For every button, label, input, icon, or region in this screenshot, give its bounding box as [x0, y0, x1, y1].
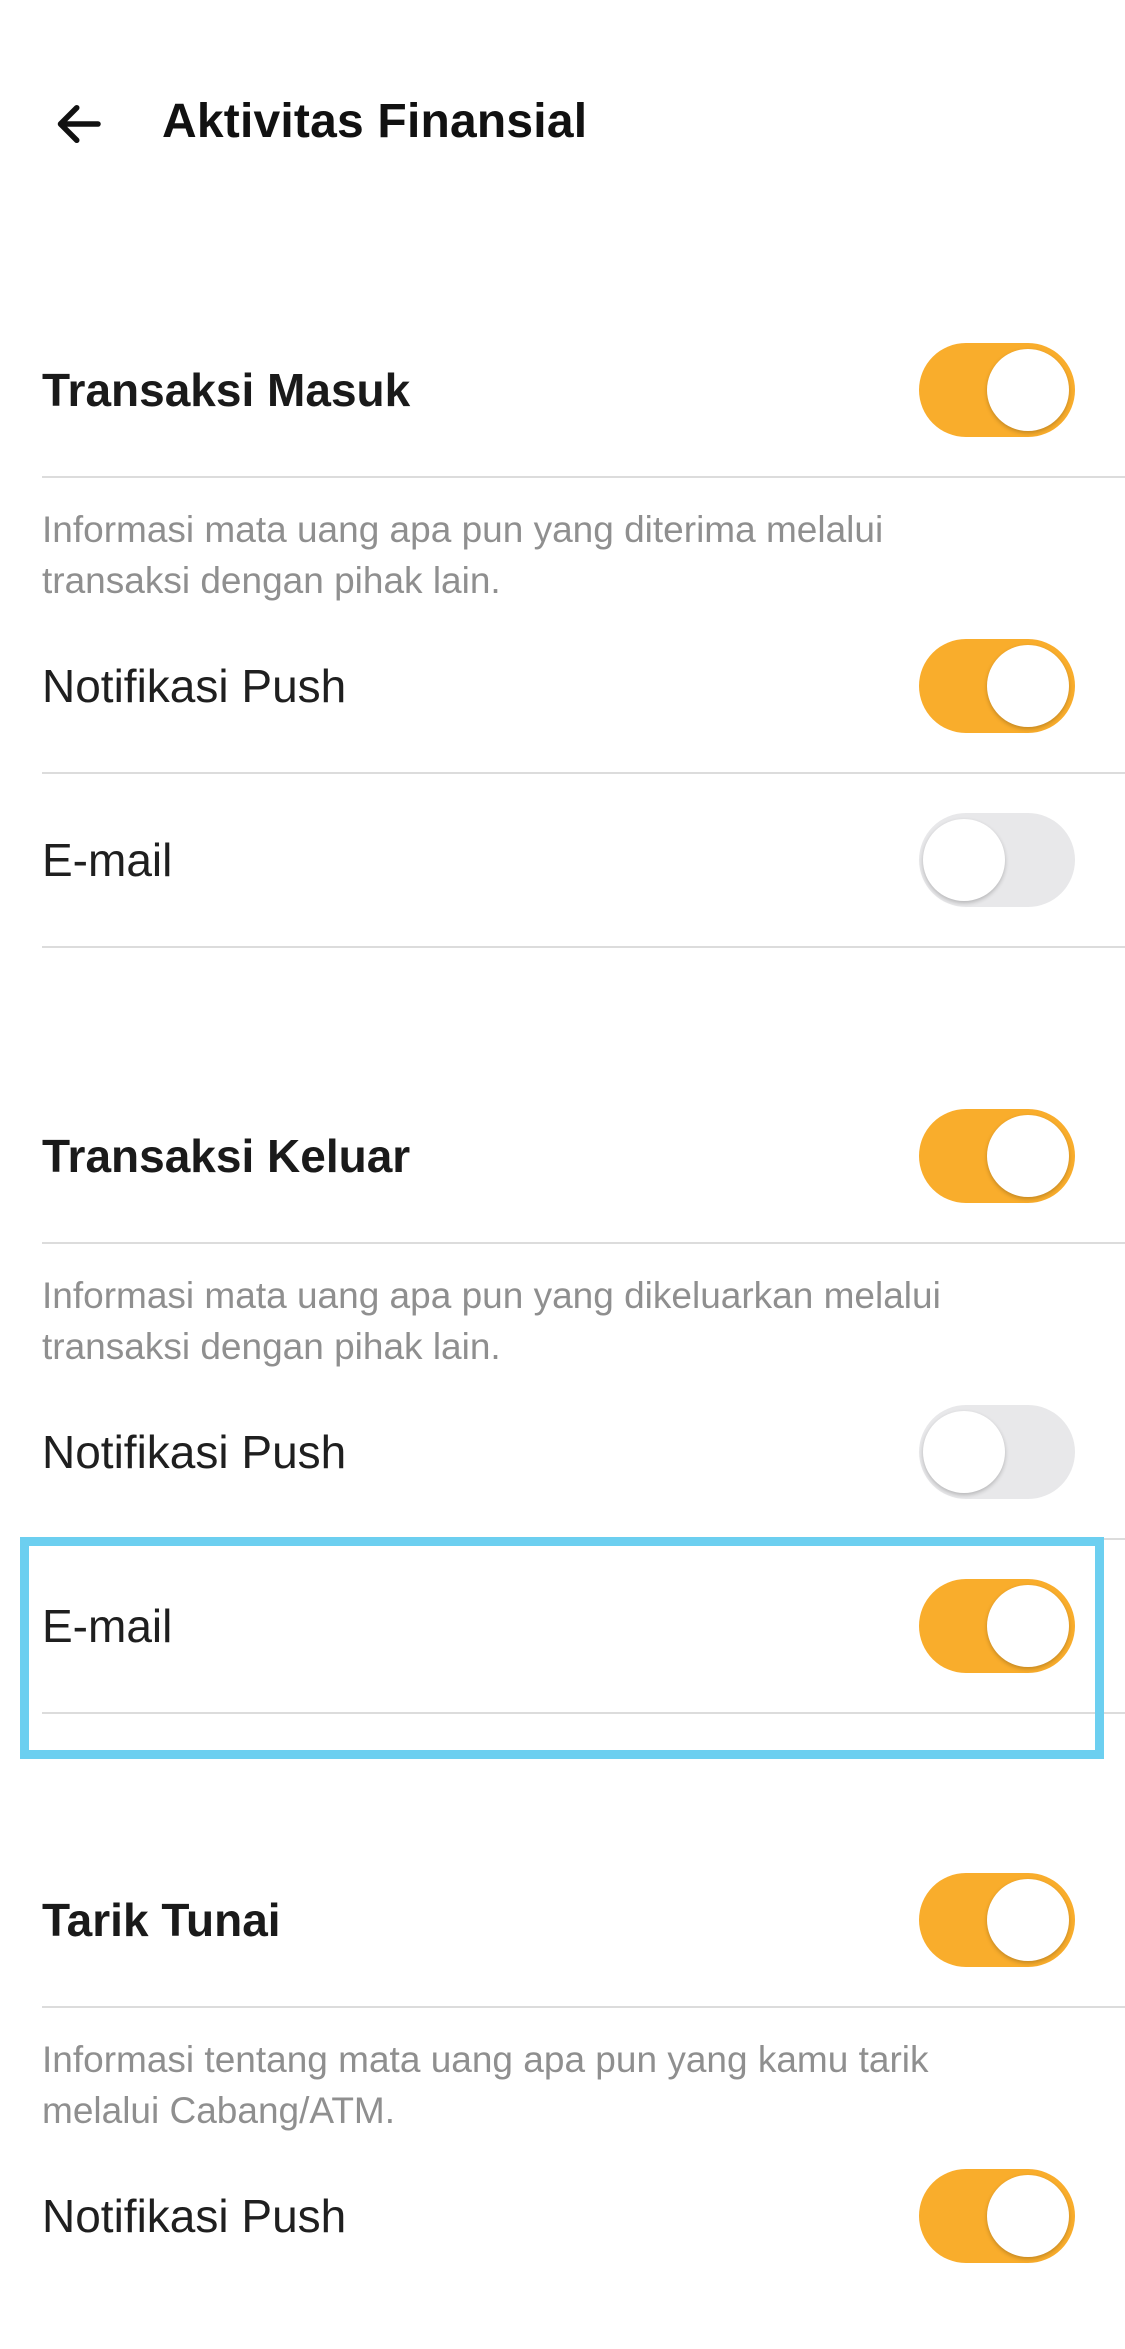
- email-toggle[interactable]: [919, 813, 1075, 907]
- arrow-left-icon: [57, 105, 101, 143]
- option-row-push: Notifikasi Push: [42, 2130, 1125, 2302]
- toggle-knob: [923, 819, 1005, 901]
- option-label: E-mail: [42, 834, 173, 886]
- section-header-row: Transaksi Masuk: [42, 304, 1125, 478]
- app-bar: Aktivitas Finansial: [0, 0, 1125, 240]
- section-title: Tarik Tunai: [42, 1894, 281, 1946]
- option-row-email: E-mail: [42, 1540, 1125, 1714]
- option-label: E-mail: [42, 1600, 173, 1652]
- email-toggle[interactable]: [919, 1579, 1075, 1673]
- option-label: Notifikasi Push: [42, 2190, 347, 2242]
- toggle-knob: [987, 1879, 1069, 1961]
- section-header-row: Tarik Tunai: [42, 1834, 1125, 2008]
- toggle-knob: [987, 1585, 1069, 1667]
- option-row-push: Notifikasi Push: [42, 1366, 1125, 1540]
- toggle-knob: [987, 349, 1069, 431]
- toggle-knob: [987, 1115, 1069, 1197]
- section-toggle[interactable]: [919, 1873, 1075, 1967]
- toggle-knob: [987, 2175, 1069, 2257]
- section-title: Transaksi Masuk: [42, 364, 411, 416]
- push-notification-toggle[interactable]: [919, 2169, 1075, 2263]
- toggle-knob: [923, 1411, 1005, 1493]
- section-transaksi-keluar: Transaksi Keluar Informasi mata uang apa…: [0, 1070, 1125, 1714]
- option-label: Notifikasi Push: [42, 1426, 347, 1478]
- section-toggle[interactable]: [919, 343, 1075, 437]
- section-description: Informasi tentang mata uang apa pun yang…: [42, 2039, 929, 2131]
- section-description: Informasi mata uang apa pun yang diterim…: [42, 509, 884, 601]
- section-toggle[interactable]: [919, 1109, 1075, 1203]
- option-row-push: Notifikasi Push: [42, 600, 1125, 774]
- push-notification-toggle[interactable]: [919, 639, 1075, 733]
- back-button[interactable]: [42, 88, 114, 160]
- section-title: Transaksi Keluar: [42, 1130, 411, 1182]
- section-description: Informasi mata uang apa pun yang dikelua…: [42, 1275, 941, 1367]
- section-tarik-tunai: Tarik Tunai Informasi tentang mata uang …: [0, 1834, 1125, 2302]
- toggle-knob: [987, 645, 1069, 727]
- page-title: Aktivitas Finansial: [162, 95, 588, 148]
- section-header-row: Transaksi Keluar: [42, 1070, 1125, 1244]
- section-transaksi-masuk: Transaksi Masuk Informasi mata uang apa …: [0, 304, 1125, 948]
- option-label: Notifikasi Push: [42, 660, 347, 712]
- push-notification-toggle[interactable]: [919, 1405, 1075, 1499]
- option-row-email: E-mail: [42, 774, 1125, 948]
